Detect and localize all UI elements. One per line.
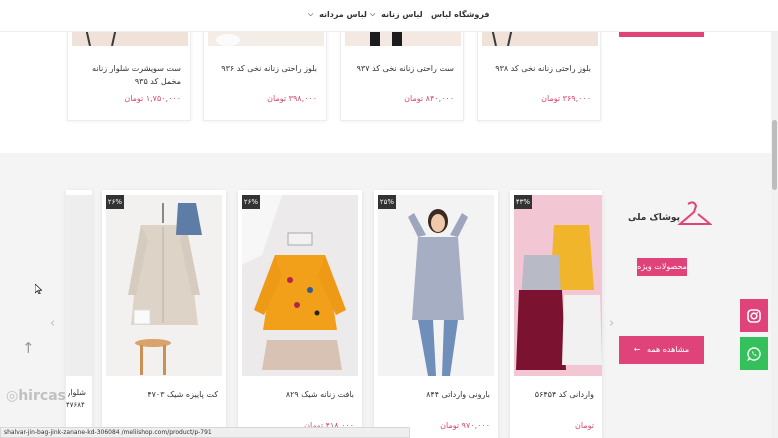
product-card[interactable]: ۲۶% بافت زنانه شیک ۸۲۹ ۴۱۸,۰۰۰ تومان [238,190,362,438]
grey-raincoat-image [378,195,494,376]
nav-item-women[interactable]: لباس زنانه ⌵ [370,10,423,20]
product-name-partial[interactable]: شلوار [68,388,86,397]
product-name[interactable]: بلوز راحتی زنانه نخی کد ۹۳۶ [210,62,317,75]
view-all-label: مشاهده همه [647,345,690,354]
discount-badge: ۴۳% [514,195,532,209]
page-scrollbar[interactable] [771,0,778,438]
product-price: تومان [575,421,594,430]
product-code-partial: ۴۷۶۸۴ [66,401,85,409]
discount-badge: ۲۶% [242,195,260,209]
colored-sweaters-image [514,195,602,376]
arrow-left-icon: ← [633,345,641,354]
beige-jacket-image [106,195,222,376]
product-card[interactable]: ۲۶% کت پاییزه شیک ۴۷۰۳ [102,190,226,438]
view-all-button[interactable]: مشاهده همه ← [619,336,704,364]
browser-status-bar: shalvar-jin-bag-jink-zanane-kd-306084 /m… [0,427,410,438]
product-name[interactable]: بلوز راحتی زنانه نخی کد ۹۳۸ [484,62,591,75]
scrollbar-thumb[interactable] [772,120,777,190]
yellow-sweater-image [242,195,358,376]
whatsapp-icon [747,346,761,361]
product-price: ۹۷۰,۰۰۰ تومان [440,421,490,430]
instagram-button[interactable] [740,299,768,332]
nav-item-label: فروشگاه لباس [431,10,490,19]
nav-item-men[interactable]: لباس مردانه ⌵ [308,10,367,20]
watermark: ◎hircas [6,388,66,404]
product-name[interactable]: واردانی کد ۵۶۴۵۴ [514,390,594,399]
product-image[interactable] [66,195,92,376]
product-card[interactable]: ۲۵% بارونی وارداتی ۸۴۴ ۹۷۰,۰۰۰ تومان [374,190,498,438]
instagram-icon [747,308,761,323]
carousel-prev-arrow-icon[interactable]: ‹ [50,316,55,331]
nav-item-label: لباس مردانه [319,10,367,19]
product-name[interactable]: بارونی وارداتی ۸۴۴ [378,390,490,399]
product-image[interactable] [514,195,602,376]
back-to-top-icon[interactable]: ↑ [22,339,35,357]
product-image[interactable] [378,195,494,376]
cursor-arrow-icon [34,283,43,295]
top-nav: فروشگاه لباس لباس زنانه ⌵ لباس مردانه ⌵ [0,0,778,32]
carousel-next-arrow-icon[interactable]: › [609,316,614,331]
brand-name: پوشاک ملی [628,213,680,223]
product-price: ۱,۷۵۰,۰۰۰ تومان [124,94,181,103]
nav-item-label: لباس زنانه [381,10,423,19]
product-card[interactable]: ۴۳% واردانی کد ۵۶۴۵۴ تومان [510,190,602,438]
page: فروشگاه لباس لباس زنانه ⌵ لباس مردانه ⌵ … [0,0,778,438]
product-name[interactable]: کت پاییزه شیک ۴۷۰۳ [106,390,218,399]
chevron-down-icon: ⌵ [370,10,376,18]
chevron-down-icon: ⌵ [308,10,314,18]
product-image[interactable] [106,195,222,376]
product-image[interactable] [242,195,358,376]
discount-badge: ۲۵% [378,195,396,209]
mouse-cursor-icon [34,283,43,297]
nav-item-clothing-store[interactable]: فروشگاه لباس [431,10,490,19]
discount-badge: ۲۶% [106,195,124,209]
product-name[interactable]: ست راحتی زنانه نخی کد ۹۳۷ [347,62,454,75]
product-name[interactable]: بافت زنانه شیک ۸۲۹ [242,390,354,399]
product-price: ۳۶۹,۰۰۰ تومان [541,94,591,103]
product-name[interactable]: ست سویشرت شلوار زنانه مخمل کد ۹۳۵ [74,62,181,88]
product-price: ۳۹۸,۰۰۰ تومان [267,94,317,103]
product-price: ۸۴۰,۰۰۰ تومان [404,94,454,103]
featured-products-label: محصولات ویژه [637,258,687,276]
watermark-icon: ◎ [6,388,19,404]
watermark-text: hircas [18,388,66,404]
whatsapp-button[interactable] [740,337,768,370]
